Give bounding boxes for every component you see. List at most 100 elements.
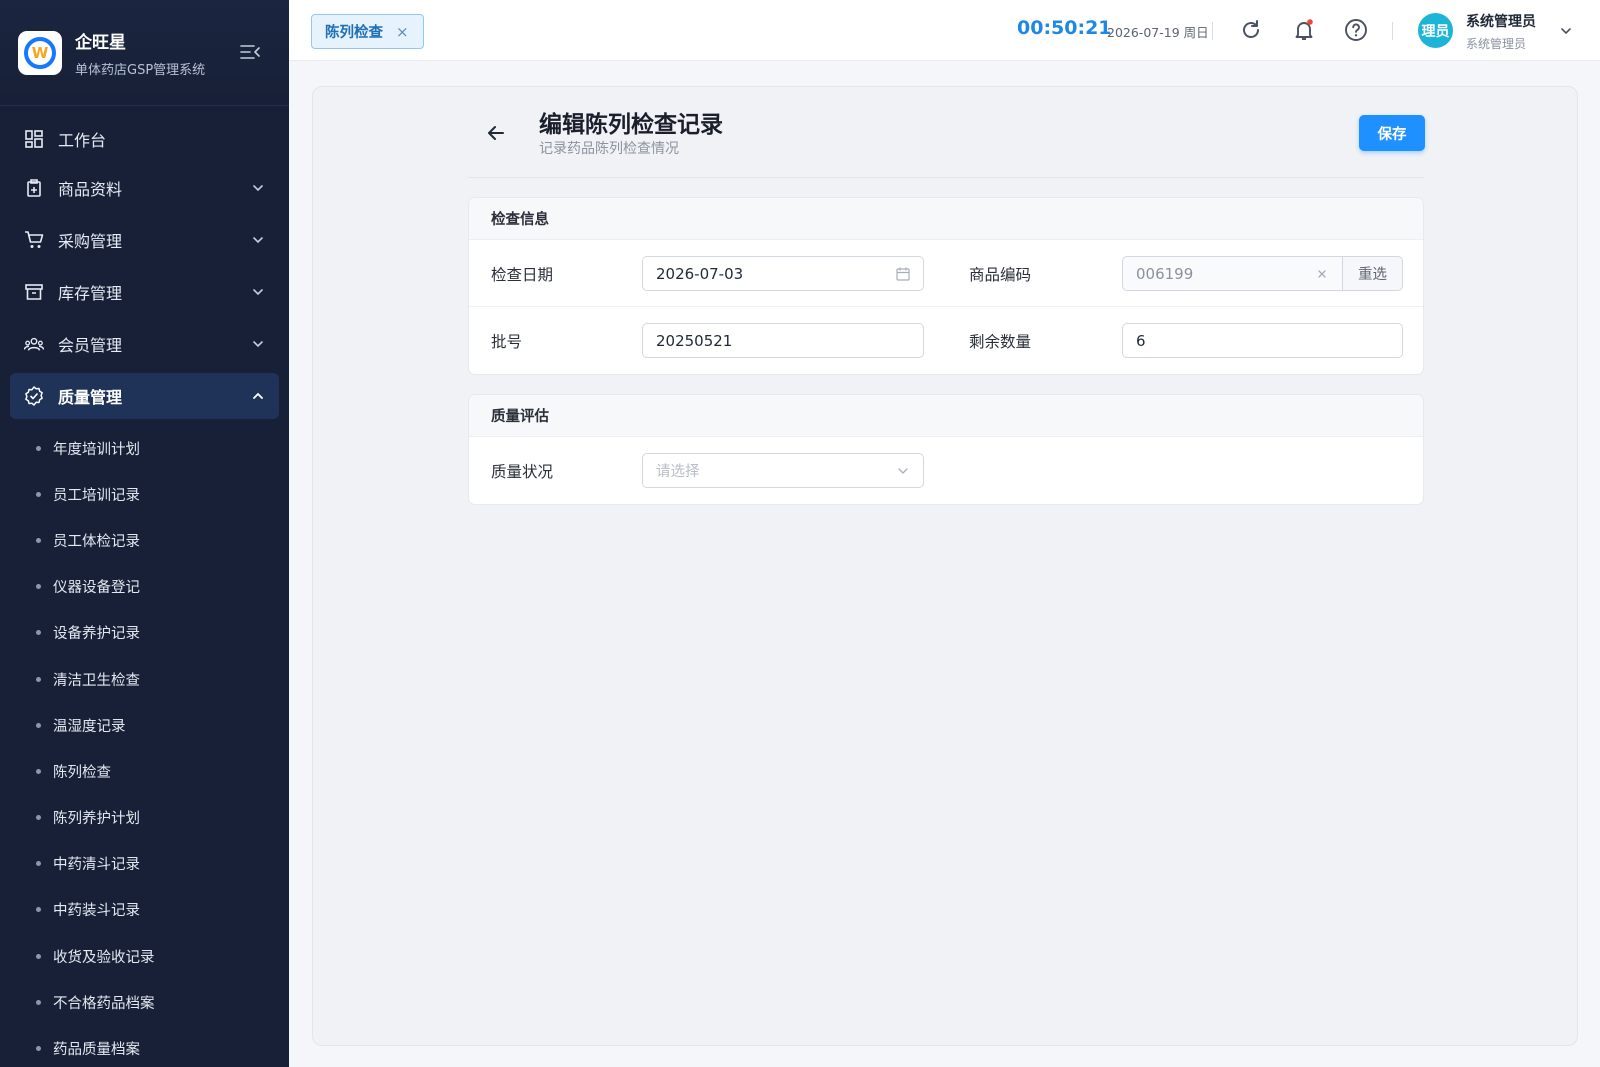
submenu-item[interactable]: 清洁卫生检查 [0,656,289,702]
cart-icon [24,230,44,250]
batch-number-input[interactable]: 20250521 [642,323,924,358]
inspection-date-value: 2026-07-03 [656,264,744,283]
submenu-label: 温湿度记录 [53,718,126,735]
remaining-quantity-value: 6 [1136,331,1146,350]
reselect-button[interactable]: 重选 [1342,256,1403,291]
sidebar-item-members[interactable]: 会员管理 [10,321,279,367]
submenu-item[interactable]: 收货及验收记录 [0,933,289,979]
brand: W 企旺星 单体药店GSP管理系统 [0,0,289,106]
bell-icon[interactable] [1292,18,1316,42]
submenu-label: 陈列养护计划 [53,811,140,828]
sidebar-item-label: 库存管理 [58,284,123,303]
submenu-item[interactable]: 员工培训记录 [0,471,289,517]
submenu-item[interactable]: 年度培训计划 [0,425,289,471]
submenu-item[interactable]: 中药装斗记录 [0,887,289,933]
submenu-label: 员工培训记录 [53,487,140,504]
submenu-item[interactable]: 设备养护记录 [0,610,289,656]
brand-title: 企旺星 [75,32,126,53]
user-role: 系统管理员 [1466,37,1527,51]
chevron-down-icon [253,237,263,244]
quality-status-select[interactable]: 请选择 [642,453,924,488]
bullet-icon [36,768,41,774]
calendar-icon [896,267,910,281]
submenu-label: 年度培训计划 [53,441,140,458]
top-bar: 陈列检查 × 00:50:21 2026-07-19 周日 理员 系统管理员 系… [289,0,1600,61]
form-row: 批号 20250521 剩余数量 6 [469,307,1423,374]
back-arrow-icon[interactable] [486,123,506,143]
bullet-icon [36,815,41,821]
section-title: 检查信息 [469,198,1423,240]
close-icon[interactable]: × [396,23,409,41]
page-title: 编辑陈列检查记录 [539,112,723,138]
submenu-item-display-check[interactable]: 陈列检查 [0,748,289,794]
sidebar-item-label: 质量管理 [58,388,123,407]
collapse-menu-icon[interactable] [240,44,260,60]
bullet-icon [36,907,41,913]
sidebar-item-label: 工作台 [58,131,107,150]
sidebar-item-label: 会员管理 [58,336,123,355]
main-content: 编辑陈列检查记录 记录药品陈列检查情况 保存 检查信息 检查日期 2026-07… [312,86,1578,1046]
submenu-item[interactable]: 陈列养护计划 [0,795,289,841]
field-label: 质量状况 [491,462,554,481]
sidebar-item-inventory[interactable]: 库存管理 [10,269,279,315]
submenu-label: 仪器设备登记 [53,580,140,597]
product-code-field[interactable]: 006199 [1122,256,1343,291]
submenu-label: 不合格药品档案 [53,995,155,1012]
tab-display-check[interactable]: 陈列检查 × [311,14,424,49]
brand-subtitle: 单体药店GSP管理系统 [75,62,206,78]
bullet-icon [36,491,41,497]
clear-icon[interactable] [1314,266,1330,282]
submenu-item[interactable]: 员工体检记录 [0,517,289,563]
bullet-icon [36,584,41,590]
bullet-icon [36,953,41,959]
batch-number-value: 20250521 [656,331,733,350]
app-logo: W [18,30,62,75]
sidebar-menu: 工作台 商品资料 采购管理 库存管理 会员管理 质量管理 年度培训计划 员工培训… [0,106,289,1067]
quality-icon [24,386,44,406]
submenu-item[interactable]: 不合格药品档案 [0,979,289,1025]
field-label: 商品编码 [969,265,1032,284]
bullet-icon [36,630,41,636]
archive-icon [24,282,44,302]
submenu-label: 药品质量档案 [53,1042,140,1059]
select-placeholder: 请选择 [656,464,700,480]
bullet-icon [36,445,41,451]
tab-label: 陈列检查 [325,25,383,41]
field-label: 剩余数量 [969,332,1032,351]
inspection-date-picker[interactable]: 2026-07-03 [642,256,924,291]
sidebar-item-quality[interactable]: 质量管理 [10,373,279,419]
divider [1392,22,1393,40]
chevron-down-icon [253,289,263,296]
sidebar-item-label: 采购管理 [58,232,123,251]
bullet-icon [36,537,41,543]
submenu-item[interactable]: 药品质量档案 [0,1025,289,1067]
submenu-label: 中药装斗记录 [53,903,140,920]
sidebar-item-purchase[interactable]: 采购管理 [10,217,279,263]
chevron-down-icon [253,341,263,348]
refresh-icon[interactable] [1239,18,1263,42]
submenu-item[interactable]: 仪器设备登记 [0,564,289,610]
form-row: 检查日期 2026-07-03 商品编码 006199 重选 [469,240,1423,307]
product-code-value: 006199 [1136,264,1194,283]
bullet-icon [36,861,41,867]
bullet-icon [36,676,41,682]
sidebar-item-products[interactable]: 商品资料 [10,165,279,211]
form-row: 质量状况 请选择 [469,437,1423,504]
date-display: 2026-07-19 周日 [1107,25,1209,40]
field-label: 批号 [491,332,523,351]
submenu-label: 设备养护记录 [53,626,140,643]
chevron-down-icon[interactable] [1559,24,1573,38]
user-name[interactable]: 系统管理员 [1466,11,1536,31]
help-icon[interactable] [1344,18,1368,42]
remaining-quantity-input[interactable]: 6 [1122,323,1403,358]
avatar[interactable]: 理员 [1418,13,1453,48]
sidebar: W 企旺星 单体药店GSP管理系统 工作台 商品资料 采购管理 库存管理 会员管… [0,0,289,1067]
divider [1212,22,1213,40]
inspection-info-section: 检查信息 检查日期 2026-07-03 商品编码 006199 重选 批号 2… [468,197,1424,375]
submenu-item[interactable]: 温湿度记录 [0,702,289,748]
submenu-label: 员工体检记录 [53,533,140,550]
section-title: 质量评估 [469,395,1423,437]
save-button[interactable]: 保存 [1359,115,1425,151]
sidebar-item-workbench[interactable]: 工作台 [10,118,279,160]
submenu-item[interactable]: 中药清斗记录 [0,841,289,887]
